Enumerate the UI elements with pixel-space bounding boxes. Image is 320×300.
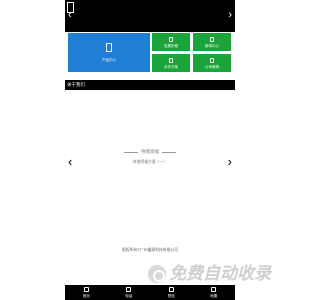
tile-label: 发展历程 xyxy=(164,44,178,48)
phone-icon xyxy=(126,287,132,292)
tile-label: 合作方案 xyxy=(164,65,178,69)
map-icon xyxy=(211,287,217,292)
product-icon xyxy=(106,43,112,52)
divider xyxy=(162,151,176,153)
tile-company-news[interactable]: 公司新闻 xyxy=(193,54,231,72)
nav-label: 电话 xyxy=(125,294,133,298)
tile-label: 产品中心 xyxy=(102,58,116,62)
placeholder-title: 待增资福 xyxy=(141,149,159,154)
copyright-text: 版权所有©广州鑫源科技有限公司 xyxy=(122,248,178,252)
history-icon xyxy=(169,37,173,42)
nav-label: 地图 xyxy=(210,294,218,298)
cooperation-icon xyxy=(169,58,173,63)
tile-product-center[interactable]: 产品中心 xyxy=(68,33,150,72)
tile-label: 新闻中心 xyxy=(205,44,219,48)
tile-history[interactable]: 发展历程 xyxy=(152,33,190,51)
message-icon xyxy=(168,287,174,292)
nav-item-message[interactable]: 短信 xyxy=(150,285,193,300)
home-icon xyxy=(83,287,89,292)
tile-label: 公司新闻 xyxy=(205,65,219,69)
divider xyxy=(124,151,138,153)
tile-news[interactable]: 新闻中心 xyxy=(193,33,231,51)
tile-cooperation[interactable]: 合作方案 xyxy=(152,54,190,72)
page-frame: ‹ › 产品中心 发展历程 新闻中心 合作方案 公司新闻 关于我们 ‹ › 待增… xyxy=(65,0,235,300)
company-news-icon xyxy=(210,58,214,63)
chevron-left-icon[interactable]: ‹ xyxy=(68,10,72,21)
news-icon xyxy=(210,37,214,42)
watermark: 免费自动收录 xyxy=(148,264,271,284)
watermark-text: 免费自动收录 xyxy=(169,264,271,284)
nav-item-phone[interactable]: 电话 xyxy=(108,285,151,300)
chevron-right-icon[interactable]: › xyxy=(228,10,232,21)
watermark-logo-icon xyxy=(148,265,166,283)
nav-label: 首页 xyxy=(82,294,90,298)
about-section-header: 关于我们 xyxy=(65,80,235,90)
placeholder-subtitle: 待增资福方案（一） xyxy=(132,160,168,164)
top-bar: ‹ › xyxy=(65,0,235,32)
bottom-nav: 首页 电话 短信 地图 xyxy=(65,285,235,300)
nav-item-home[interactable]: 首页 xyxy=(65,285,108,300)
carousel-placeholder: 待增资福 xyxy=(65,149,235,155)
about-label[interactable]: 关于我们 xyxy=(67,82,85,88)
nav-item-map[interactable]: 地图 xyxy=(193,285,236,300)
nav-label: 短信 xyxy=(167,294,175,298)
